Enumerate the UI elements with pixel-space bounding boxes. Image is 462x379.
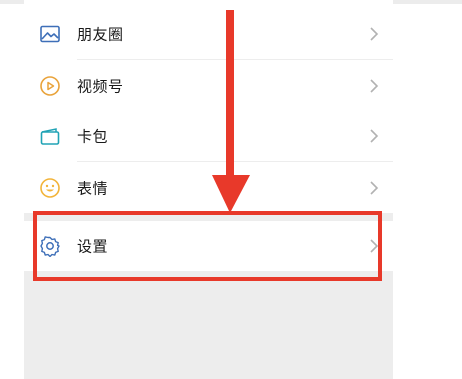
menu-item-channels[interactable]: 视频号 xyxy=(24,60,393,111)
chevron-right-icon xyxy=(369,128,379,144)
menu-item-label: 朋友圈 xyxy=(77,25,124,43)
menu-item-label: 设置 xyxy=(77,237,109,256)
chevron-right-icon xyxy=(369,238,379,254)
menu-item-moments[interactable]: 朋友圈 xyxy=(24,8,393,59)
chevron-right-icon xyxy=(369,26,379,42)
chevron-right-icon xyxy=(369,78,379,94)
menu-item-emoji[interactable]: 表情 xyxy=(24,162,393,213)
menu-item-label: 视频号 xyxy=(77,77,124,95)
menu-item-card-wallet[interactable]: 卡包 xyxy=(24,110,393,161)
section-gap xyxy=(24,213,393,221)
channels-icon xyxy=(39,75,61,97)
empty-area xyxy=(24,271,393,379)
emoji-icon xyxy=(39,177,61,199)
chevron-right-icon xyxy=(369,180,379,196)
menu-item-settings[interactable]: 设置 xyxy=(24,221,393,271)
menu-item-label: 卡包 xyxy=(77,127,109,145)
me-page-menu: 朋友圈 视频号 卡包 表情 设置 xyxy=(24,0,393,379)
menu-item-label: 表情 xyxy=(77,179,109,197)
moments-icon xyxy=(39,23,61,45)
card-wallet-icon xyxy=(39,125,61,147)
settings-icon xyxy=(39,235,61,258)
